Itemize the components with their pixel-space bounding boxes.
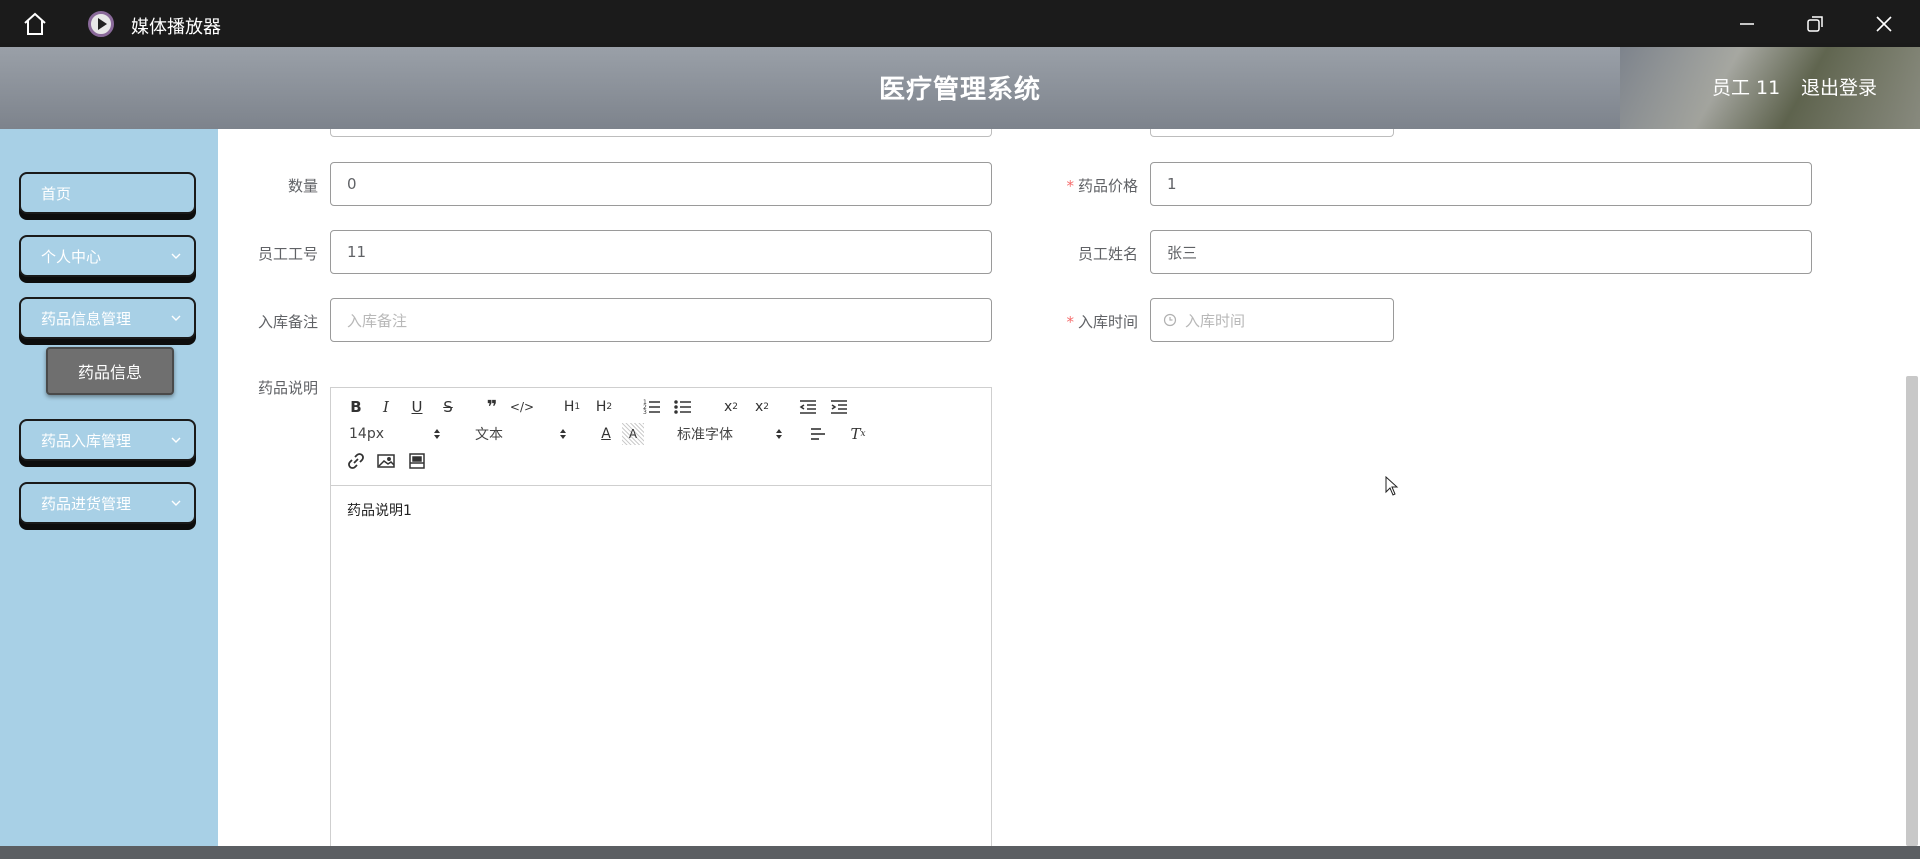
sidebar-item-label: 个人中心 xyxy=(41,247,102,266)
heading-1-icon[interactable]: H1 xyxy=(561,396,583,418)
stock-in-time-placeholder: 入库时间 xyxy=(1185,311,1246,330)
partial-input-left[interactable] xyxy=(330,129,992,137)
clock-icon xyxy=(1163,313,1177,327)
sidebar: 首页 个人中心 药品信息管理 药品信息 药品入库管理 药品进货管理 xyxy=(0,129,218,859)
page-scrollbar[interactable] xyxy=(1906,376,1918,846)
rich-text-editor[interactable]: B I U S ❞ </> H1 H2 123 x2 x2 14px 文本 A … xyxy=(330,387,992,846)
image-icon[interactable] xyxy=(375,450,397,472)
required-mark: * xyxy=(1066,313,1074,331)
employee-id-value: 11 xyxy=(347,243,367,261)
description-label: 药品说明 xyxy=(257,379,318,397)
sidebar-item-drug-stock-in[interactable]: 药品入库管理 xyxy=(19,419,196,461)
employee-name-label: 员工姓名 xyxy=(1077,245,1138,263)
employee-id-input[interactable]: 11 xyxy=(330,230,992,274)
sidebar-item-home[interactable]: 首页 xyxy=(19,172,196,214)
underline-icon[interactable]: U xyxy=(406,396,428,418)
blockquote-icon[interactable]: ❞ xyxy=(481,396,503,418)
font-family-select[interactable]: 标准字体 xyxy=(677,423,783,445)
quantity-label: 数量 xyxy=(287,177,318,195)
stock-in-time-label: * 入库时间 xyxy=(1038,311,1138,332)
restore-icon[interactable] xyxy=(1803,12,1827,36)
chevron-down-icon xyxy=(171,500,181,506)
italic-icon[interactable]: I xyxy=(375,396,397,418)
block-format-select[interactable]: 文本 xyxy=(475,423,567,445)
superscript-icon[interactable]: x2 xyxy=(751,396,773,418)
sidebar-item-personal-center[interactable]: 个人中心 xyxy=(19,235,196,277)
video-icon[interactable] xyxy=(406,450,428,472)
quantity-input[interactable]: 0 xyxy=(330,162,992,206)
code-block-icon[interactable]: </> xyxy=(510,396,534,418)
stock-in-time-label-text: 入库时间 xyxy=(1077,313,1138,331)
strikethrough-icon[interactable]: S xyxy=(437,396,459,418)
partial-input-right[interactable] xyxy=(1150,129,1394,137)
editor-content[interactable]: 药品说明1 xyxy=(347,500,412,520)
chevron-down-icon xyxy=(171,437,181,443)
bold-icon[interactable]: B xyxy=(345,396,367,418)
page-title: 医疗管理系统 xyxy=(878,75,1041,105)
select-arrows-icon xyxy=(434,429,440,439)
chevron-down-icon xyxy=(171,315,181,321)
required-mark: * xyxy=(1066,177,1074,195)
editor-toolbar: B I U S ❞ </> H1 H2 123 x2 x2 14px 文本 A … xyxy=(331,388,991,486)
select-arrows-icon xyxy=(776,429,782,439)
employee-name-value: 张三 xyxy=(1167,243,1198,262)
heading-2-icon[interactable]: H2 xyxy=(593,396,615,418)
home-icon[interactable] xyxy=(22,12,48,36)
price-label: * 药品价格 xyxy=(1038,175,1138,196)
sidebar-item-drug-info-management[interactable]: 药品信息管理 xyxy=(19,297,196,339)
stock-in-time-picker[interactable]: 入库时间 xyxy=(1150,298,1394,342)
remark-placeholder: 入库备注 xyxy=(347,311,408,330)
remark-input[interactable]: 入库备注 xyxy=(330,298,992,342)
ordered-list-icon[interactable]: 123 xyxy=(641,396,663,418)
clear-format-icon[interactable]: Tx xyxy=(847,423,869,445)
svg-text:3: 3 xyxy=(643,409,647,416)
employee-name-input[interactable]: 张三 xyxy=(1150,230,1812,274)
remark-label: 入库备注 xyxy=(257,313,318,331)
link-icon[interactable] xyxy=(345,450,367,472)
minimize-icon[interactable] xyxy=(1735,12,1759,36)
price-value: 1 xyxy=(1167,175,1177,193)
mouse-cursor-icon xyxy=(1385,476,1399,496)
sidebar-item-label: 药品信息管理 xyxy=(41,309,132,328)
sidebar-item-label: 首页 xyxy=(41,184,72,203)
text-color-icon[interactable]: A xyxy=(595,423,617,445)
price-input[interactable]: 1 xyxy=(1150,162,1812,206)
font-size-value: 14px xyxy=(349,426,384,442)
close-icon[interactable] xyxy=(1872,12,1896,36)
media-player-app-icon xyxy=(88,11,114,37)
bottom-bar xyxy=(0,846,1920,859)
form-area: 数量 0 * 药品价格 1 员工工号 11 员工姓名 张三 入库备注 入库备注 *… xyxy=(218,129,1920,846)
align-left-icon[interactable] xyxy=(807,423,829,445)
quantity-value: 0 xyxy=(347,175,357,193)
outdent-icon[interactable] xyxy=(797,396,819,418)
font-family-value: 标准字体 xyxy=(677,427,733,443)
sidebar-item-drug-purchase[interactable]: 药品进货管理 xyxy=(19,482,196,524)
window-titlebar: 媒体播放器 xyxy=(0,0,1920,47)
window-title: 媒体播放器 xyxy=(131,17,221,38)
select-arrows-icon xyxy=(560,429,566,439)
current-user: 员工 11 xyxy=(1712,77,1781,99)
sidebar-subitem-drug-info[interactable]: 药品信息 xyxy=(46,347,174,395)
app-header: 医疗管理系统 员工 11 退出登录 xyxy=(0,47,1920,129)
employee-id-label: 员工工号 xyxy=(257,245,318,263)
sidebar-item-label: 药品进货管理 xyxy=(41,494,132,513)
block-format-value: 文本 xyxy=(475,427,503,443)
logout-link[interactable]: 退出登录 xyxy=(1801,73,1877,100)
subscript-icon[interactable]: x2 xyxy=(720,396,742,418)
indent-icon[interactable] xyxy=(828,396,850,418)
background-color-icon[interactable]: A xyxy=(622,423,644,445)
bullet-list-icon[interactable] xyxy=(672,396,694,418)
font-size-select[interactable]: 14px xyxy=(349,423,441,445)
chevron-down-icon xyxy=(171,253,181,259)
sidebar-item-label: 药品入库管理 xyxy=(41,431,132,450)
price-label-text: 药品价格 xyxy=(1077,177,1138,195)
